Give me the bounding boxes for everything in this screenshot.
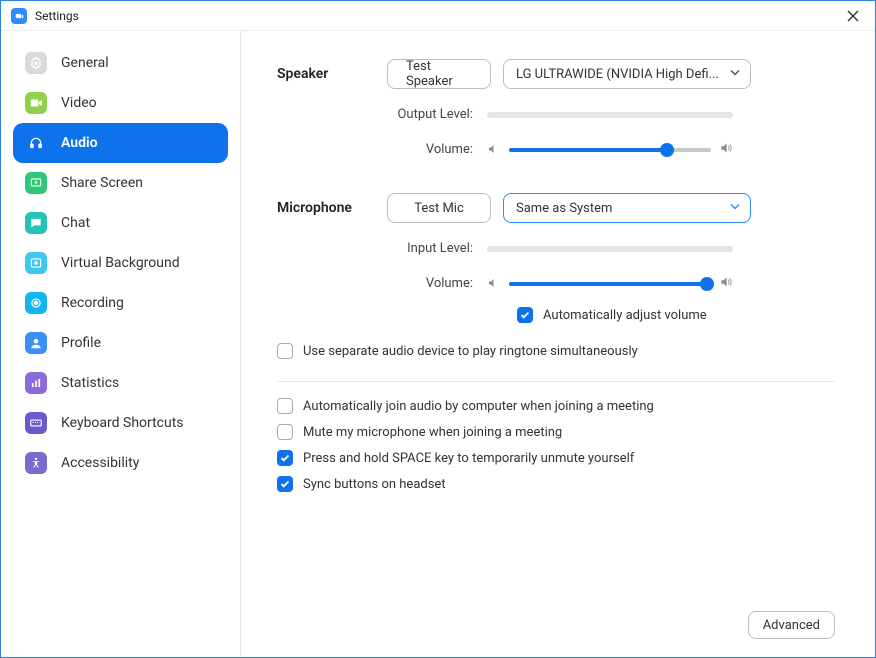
speaker-section-label: Speaker (277, 66, 387, 82)
sync-headset-checkbox[interactable] (277, 476, 293, 492)
divider (277, 381, 835, 382)
speaker-volume-label: Volume: (277, 142, 487, 157)
auto-adjust-volume-label: Automatically adjust volume (543, 308, 707, 323)
mic-volume-label: Volume: (277, 276, 487, 291)
window-title: Settings (35, 9, 841, 23)
app-icon (11, 8, 27, 24)
advanced-button[interactable]: Advanced (748, 611, 835, 639)
test-mic-button[interactable]: Test Mic (387, 193, 491, 223)
speaker-volume-slider[interactable] (509, 148, 711, 152)
sidebar-item-label: Statistics (61, 375, 119, 391)
auto-join-audio-label: Automatically join audio by computer whe… (303, 399, 654, 414)
sidebar-item-label: Accessibility (61, 455, 139, 471)
sidebar-item-label: General (61, 55, 109, 71)
sidebar: General Video Audio Share Screen Chat (1, 31, 241, 657)
recording-icon (25, 292, 47, 314)
sidebar-item-share-screen[interactable]: Share Screen (13, 163, 228, 203)
chevron-down-icon (730, 201, 740, 216)
sidebar-item-keyboard-shortcuts[interactable]: Keyboard Shortcuts (13, 403, 228, 443)
sidebar-item-accessibility[interactable]: Accessibility (13, 443, 228, 483)
profile-icon (25, 332, 47, 354)
volume-high-icon (719, 274, 733, 293)
sidebar-item-video[interactable]: Video (13, 83, 228, 123)
output-level-label: Output Level: (277, 107, 487, 122)
chat-icon (25, 212, 47, 234)
content-panel: Speaker Test Speaker LG ULTRAWIDE (NVIDI… (241, 31, 875, 657)
statistics-icon (25, 372, 47, 394)
share-screen-icon (25, 172, 47, 194)
speaker-device-select[interactable]: LG ULTRAWIDE (NVIDIA High Defi... (503, 59, 751, 89)
space-unmute-checkbox[interactable] (277, 450, 293, 466)
sidebar-item-label: Share Screen (61, 175, 143, 191)
sidebar-item-statistics[interactable]: Statistics (13, 363, 228, 403)
volume-low-icon (487, 140, 501, 159)
sidebar-item-label: Audio (61, 135, 98, 151)
microphone-device-select[interactable]: Same as System (503, 193, 751, 223)
sidebar-item-chat[interactable]: Chat (13, 203, 228, 243)
gear-icon (25, 52, 47, 74)
mic-input-level-meter (487, 246, 733, 252)
volume-low-icon (487, 274, 501, 293)
sidebar-item-label: Chat (61, 215, 90, 231)
keyboard-icon (25, 412, 47, 434)
close-button[interactable] (841, 4, 865, 28)
mute-on-join-checkbox[interactable] (277, 424, 293, 440)
sidebar-item-audio[interactable]: Audio (13, 123, 228, 163)
sidebar-item-label: Keyboard Shortcuts (61, 415, 184, 431)
background-icon (25, 252, 47, 274)
auto-join-audio-checkbox[interactable] (277, 398, 293, 414)
volume-high-icon (719, 140, 733, 159)
separate-ringtone-label: Use separate audio device to play ringto… (303, 344, 638, 359)
sidebar-item-virtual-background[interactable]: Virtual Background (13, 243, 228, 283)
microphone-section-label: Microphone (277, 200, 387, 216)
mute-on-join-label: Mute my microphone when joining a meetin… (303, 425, 562, 440)
space-unmute-label: Press and hold SPACE key to temporarily … (303, 451, 634, 466)
accessibility-icon (25, 452, 47, 474)
mic-volume-slider[interactable] (509, 282, 711, 286)
headphones-icon (25, 132, 47, 154)
test-speaker-button[interactable]: Test Speaker (387, 59, 491, 89)
sidebar-item-general[interactable]: General (13, 43, 228, 83)
sidebar-item-label: Profile (61, 335, 101, 351)
sidebar-item-label: Virtual Background (61, 255, 180, 271)
chevron-down-icon (730, 67, 740, 82)
sidebar-item-label: Video (61, 95, 97, 111)
input-level-label: Input Level: (277, 241, 487, 256)
sidebar-item-label: Recording (61, 295, 124, 311)
auto-adjust-volume-checkbox[interactable] (517, 307, 533, 323)
speaker-output-level-meter (487, 112, 733, 118)
sidebar-item-recording[interactable]: Recording (13, 283, 228, 323)
video-icon (25, 92, 47, 114)
sidebar-item-profile[interactable]: Profile (13, 323, 228, 363)
sync-headset-label: Sync buttons on headset (303, 477, 446, 492)
separate-ringtone-checkbox[interactable] (277, 343, 293, 359)
